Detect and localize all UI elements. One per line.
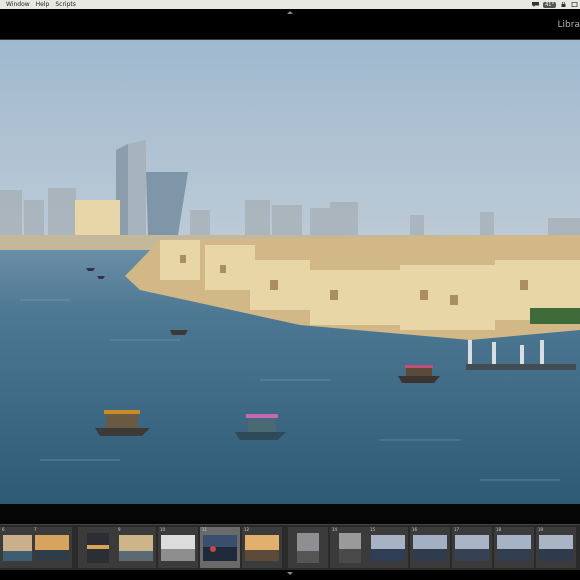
macos-menubar: Window Help Scripts 41° (0, 0, 580, 9)
frame-number: 17 (454, 527, 460, 532)
main-photo-view[interactable] (0, 40, 580, 504)
thumbnail[interactable] (87, 533, 109, 563)
thumbnail[interactable] (371, 535, 405, 561)
messages-icon[interactable] (532, 2, 540, 7)
menubar-status-area: 41° (532, 0, 578, 9)
filmstrip-cell[interactable]: 7 (32, 527, 73, 568)
thumbnail[interactable] (35, 535, 69, 561)
thumbnail[interactable] (161, 535, 195, 561)
filmstrip-cell[interactable]: 19 (536, 527, 577, 568)
filmstrip-cell[interactable] (78, 527, 119, 568)
filmstrip-cell[interactable]: 17 (452, 527, 493, 568)
filmstrip-cell[interactable]: 12 (242, 527, 283, 568)
frame-number: 6 (2, 527, 5, 532)
menu-help[interactable]: Help (36, 0, 50, 9)
thumbnail[interactable] (119, 535, 153, 561)
menu-scripts[interactable]: Scripts (55, 0, 76, 9)
thumbnail[interactable] (455, 535, 489, 561)
frame-number: 11 (202, 527, 208, 532)
frame-number: 12 (244, 527, 250, 532)
frame-number: 18 (496, 527, 502, 532)
filmstrip-cell[interactable]: 10 (158, 527, 199, 568)
frame-number: 10 (160, 527, 166, 532)
thumbnail[interactable] (413, 535, 447, 561)
photo-image (0, 40, 580, 504)
photo-bottom-margin (0, 504, 580, 524)
bottom-panel-toggle[interactable] (287, 572, 293, 575)
top-panel: Libra (0, 9, 580, 40)
frame-number: 9 (118, 527, 121, 532)
thumbnail[interactable] (245, 535, 279, 561)
frame-number: 14 (332, 527, 338, 532)
frame-number: 7 (34, 527, 37, 532)
thumbnail[interactable] (497, 535, 531, 561)
module-label-library[interactable]: Libra (558, 20, 580, 30)
bottom-panel (0, 570, 580, 580)
frame-number: 19 (538, 527, 544, 532)
thumbnail[interactable] (539, 535, 573, 561)
filmstrip-cell[interactable]: 9 (116, 527, 157, 568)
thumbnail[interactable] (203, 535, 237, 561)
filmstrip[interactable]: 6 7 9 10 11 12 14 15 16 17 18 19 (0, 524, 580, 571)
filmstrip-cell[interactable] (288, 527, 329, 568)
top-panel-toggle[interactable] (287, 11, 293, 14)
filmstrip-cell[interactable]: 18 (494, 527, 535, 568)
filmstrip-cell[interactable]: 15 (368, 527, 409, 568)
menu-window[interactable]: Window (6, 0, 30, 9)
frame-number: 15 (370, 527, 376, 532)
window-icon[interactable] (571, 2, 578, 7)
filmstrip-cell-selected[interactable]: 11 (200, 527, 241, 568)
lock-icon[interactable] (560, 2, 567, 7)
temperature-indicator[interactable]: 41° (543, 1, 556, 8)
filmstrip-cell[interactable]: 14 (330, 527, 371, 568)
filmstrip-cell[interactable]: 16 (410, 527, 451, 568)
thumbnail[interactable] (297, 533, 319, 563)
frame-number: 16 (412, 527, 418, 532)
thumbnail[interactable] (339, 533, 361, 563)
